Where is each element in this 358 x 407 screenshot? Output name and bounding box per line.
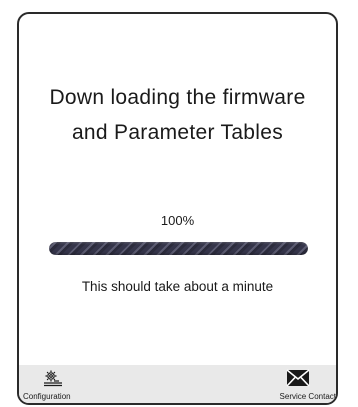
progress-bar [49,242,308,255]
configuration-label: Configuration [23,392,71,401]
configuration-button[interactable]: Configuration [19,365,99,403]
envelope-icon [286,369,310,392]
service-contact-label: Service Contact [279,392,336,401]
footer-bar: Configuration Service Contact [19,365,336,403]
configuration-icon [43,369,63,392]
progress-percent: 100% [160,213,195,228]
progress-fill [49,242,308,255]
service-contact-button[interactable]: Service Contact [246,365,336,403]
dialog-frame: Down loading the firmware and Parameter … [17,12,338,405]
progress-note: This should take about a minute [81,279,274,294]
title-line-2: and Parameter Tables [71,121,284,144]
title-line-1: Down loading the firmware [49,86,306,109]
